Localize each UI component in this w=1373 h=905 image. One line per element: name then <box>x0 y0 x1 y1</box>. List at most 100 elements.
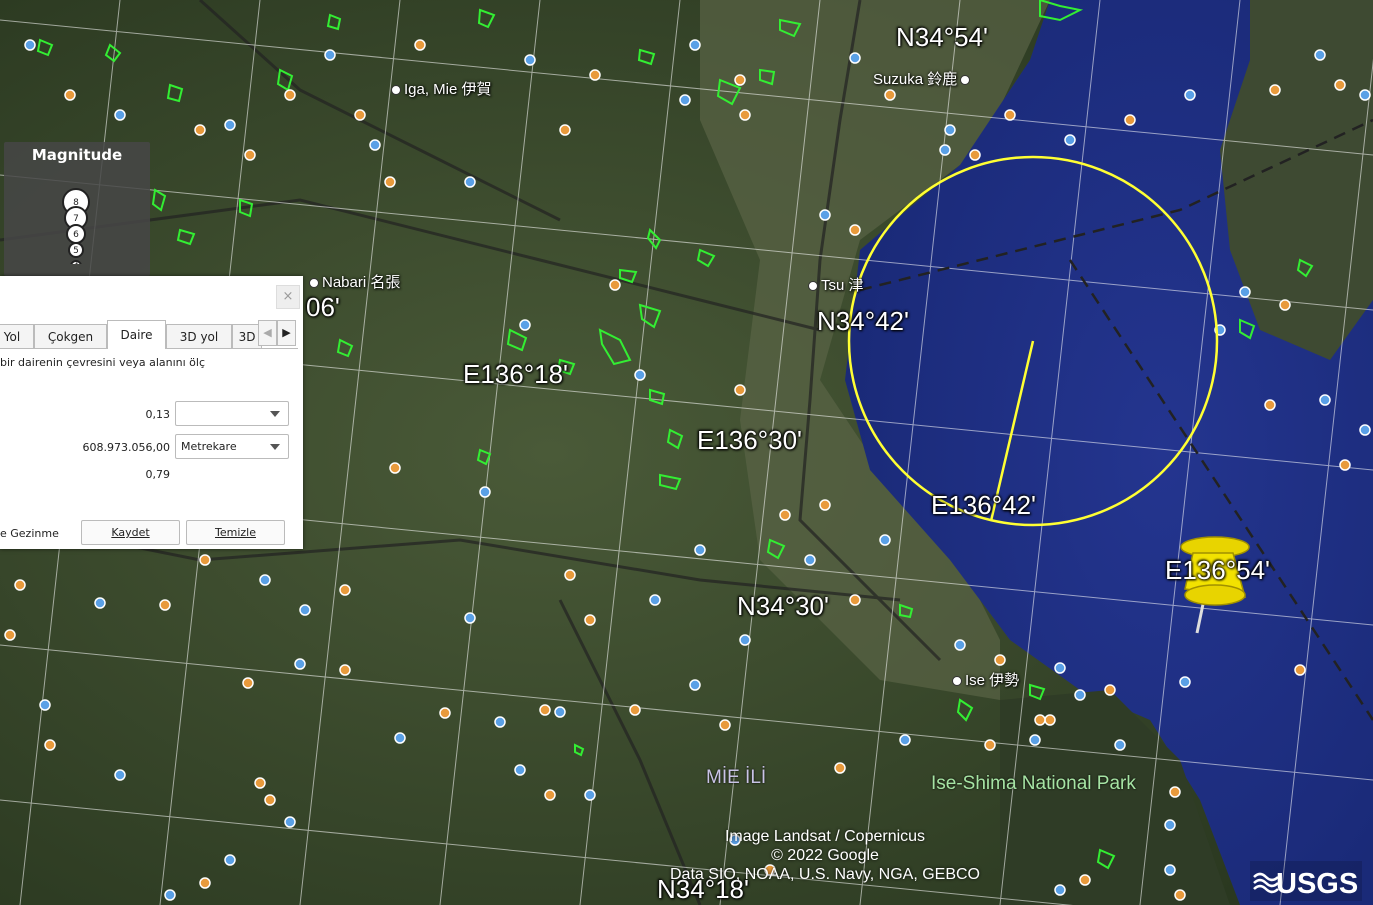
earthquake-marker[interactable] <box>1319 394 1331 406</box>
earthquake-marker[interactable] <box>884 89 896 101</box>
earthquake-marker[interactable] <box>779 509 791 521</box>
earthquake-marker[interactable] <box>969 149 981 161</box>
earthquake-marker[interactable] <box>634 369 646 381</box>
earthquake-marker[interactable] <box>1239 286 1251 298</box>
earthquake-marker[interactable] <box>1339 459 1351 471</box>
earthquake-marker[interactable] <box>1164 819 1176 831</box>
city-iga[interactable]: Iga, Mie 伊賀 <box>391 78 492 99</box>
earthquake-marker[interactable] <box>584 789 596 801</box>
earthquake-marker[interactable] <box>1079 874 1091 886</box>
earthquake-marker[interactable] <box>849 594 861 606</box>
earthquake-marker[interactable] <box>1279 299 1291 311</box>
earthquake-marker[interactable] <box>849 52 861 64</box>
earthquake-marker[interactable] <box>439 707 451 719</box>
earthquake-marker[interactable] <box>524 54 536 66</box>
national-park-label[interactable]: Ise-Shima National Park <box>931 773 1136 795</box>
earthquake-marker[interactable] <box>1184 89 1196 101</box>
earthquake-marker[interactable] <box>299 604 311 616</box>
earthquake-marker[interactable] <box>4 629 16 641</box>
tab-scroll-left-icon[interactable]: ◀ <box>258 320 277 346</box>
earthquake-marker[interactable] <box>384 176 396 188</box>
earthquake-marker[interactable] <box>199 554 211 566</box>
earthquake-marker[interactable] <box>819 499 831 511</box>
earthquake-marker[interactable] <box>559 124 571 136</box>
tab-daire[interactable]: Daire <box>107 320 166 349</box>
tab-yol[interactable]: Yol <box>0 324 34 348</box>
earthquake-marker[interactable] <box>44 739 56 751</box>
earthquake-marker[interactable] <box>264 794 276 806</box>
clear-button[interactable]: Temizle <box>186 520 285 545</box>
earthquake-marker[interactable] <box>254 777 266 789</box>
earthquake-marker[interactable] <box>159 599 171 611</box>
earthquake-marker[interactable] <box>1264 399 1276 411</box>
earthquake-marker[interactable] <box>584 614 596 626</box>
earthquake-marker[interactable] <box>519 319 531 331</box>
close-icon[interactable]: × <box>276 285 300 309</box>
earthquake-marker[interactable] <box>1034 714 1046 726</box>
earthquake-marker[interactable] <box>629 704 641 716</box>
earthquake-marker[interactable] <box>1359 424 1371 436</box>
earthquake-marker[interactable] <box>689 39 701 51</box>
earthquake-marker[interactable] <box>14 579 26 591</box>
earthquake-marker[interactable] <box>679 94 691 106</box>
earthquake-marker[interactable] <box>199 877 211 889</box>
earthquake-marker[interactable] <box>64 89 76 101</box>
earthquake-marker[interactable] <box>849 224 861 236</box>
earthquake-marker[interactable] <box>1054 884 1066 896</box>
earthquake-marker[interactable] <box>24 39 36 51</box>
earthquake-marker[interactable] <box>834 762 846 774</box>
earthquake-marker[interactable] <box>589 69 601 81</box>
earthquake-marker[interactable] <box>689 679 701 691</box>
earthquake-marker[interactable] <box>954 639 966 651</box>
earthquake-marker[interactable] <box>539 704 551 716</box>
earthquake-marker[interactable] <box>1334 79 1346 91</box>
earthquake-marker[interactable] <box>242 677 254 689</box>
earthquake-marker[interactable] <box>734 384 746 396</box>
earthquake-marker[interactable] <box>284 89 296 101</box>
city-tsu[interactable]: Tsu 津 <box>808 274 864 295</box>
earthquake-marker[interactable] <box>1114 739 1126 751</box>
tab-3d-yol[interactable]: 3D yol <box>166 324 232 348</box>
earthquake-marker[interactable] <box>564 569 576 581</box>
city-suzuka[interactable]: Suzuka 鈴鹿 <box>873 68 973 89</box>
earthquake-marker[interactable] <box>114 769 126 781</box>
earthquake-marker[interactable] <box>994 654 1006 666</box>
earthquake-marker[interactable] <box>649 594 661 606</box>
earthquake-marker[interactable] <box>94 597 106 609</box>
earthquake-marker[interactable] <box>734 74 746 86</box>
earthquake-marker[interactable] <box>369 139 381 151</box>
city-ise[interactable]: Ise 伊勢 <box>952 669 1019 690</box>
earthquake-marker[interactable] <box>1104 684 1116 696</box>
area-unit-select[interactable]: Metrekare <box>175 434 289 459</box>
earthquake-marker[interactable] <box>1294 664 1306 676</box>
earthquake-marker[interactable] <box>294 658 306 670</box>
earthquake-marker[interactable] <box>1064 134 1076 146</box>
navigation-checkbox-label[interactable]: e Gezinme <box>0 527 59 540</box>
earthquake-marker[interactable] <box>339 584 351 596</box>
city-nabari[interactable]: Nabari 名張 <box>309 271 400 292</box>
earthquake-marker[interactable] <box>984 739 996 751</box>
earthquake-marker[interactable] <box>739 109 751 121</box>
earthquake-marker[interactable] <box>1269 84 1281 96</box>
earthquake-marker[interactable] <box>414 39 426 51</box>
earthquake-marker[interactable] <box>244 149 256 161</box>
earthquake-marker[interactable] <box>464 176 476 188</box>
earthquake-marker[interactable] <box>1054 662 1066 674</box>
earthquake-marker[interactable] <box>114 109 126 121</box>
earthquake-marker[interactable] <box>259 574 271 586</box>
tab-cokgen[interactable]: Çokgen <box>34 324 107 348</box>
earthquake-marker[interactable] <box>719 719 731 731</box>
earthquake-marker[interactable] <box>39 699 51 711</box>
earthquake-marker[interactable] <box>1314 49 1326 61</box>
save-button[interactable]: Kaydet <box>81 520 180 545</box>
earthquake-marker[interactable] <box>1004 109 1016 121</box>
earthquake-marker[interactable] <box>609 279 621 291</box>
earthquake-marker[interactable] <box>1164 864 1176 876</box>
earthquake-marker[interactable] <box>804 554 816 566</box>
earthquake-marker[interactable] <box>1174 889 1186 901</box>
tab-scroll-right-icon[interactable]: ▶ <box>277 320 296 346</box>
earthquake-marker[interactable] <box>899 734 911 746</box>
earthquake-marker[interactable] <box>164 889 176 901</box>
earthquake-marker[interactable] <box>694 544 706 556</box>
earthquake-marker[interactable] <box>394 732 406 744</box>
